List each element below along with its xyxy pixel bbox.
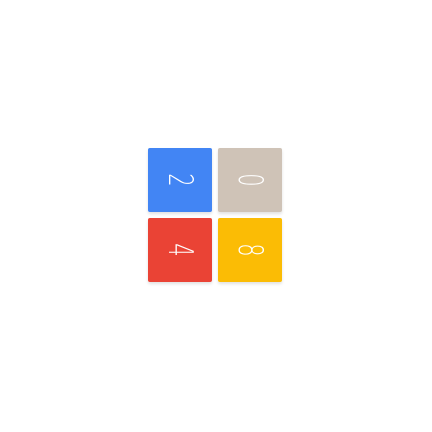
tile-digit: 4 xyxy=(159,243,200,257)
tile-digit: 0 xyxy=(229,173,270,187)
tile-beige[interactable]: 0 xyxy=(218,148,282,212)
tile-digit: 8 xyxy=(229,243,270,257)
game-canvas: 2 0 4 8 xyxy=(0,0,432,432)
tile-blue[interactable]: 2 xyxy=(148,148,212,212)
tile-yellow[interactable]: 8 xyxy=(218,218,282,282)
tile-red[interactable]: 4 xyxy=(148,218,212,282)
tile-digit: 2 xyxy=(159,173,200,187)
tile-grid: 2 0 4 8 xyxy=(148,148,284,284)
